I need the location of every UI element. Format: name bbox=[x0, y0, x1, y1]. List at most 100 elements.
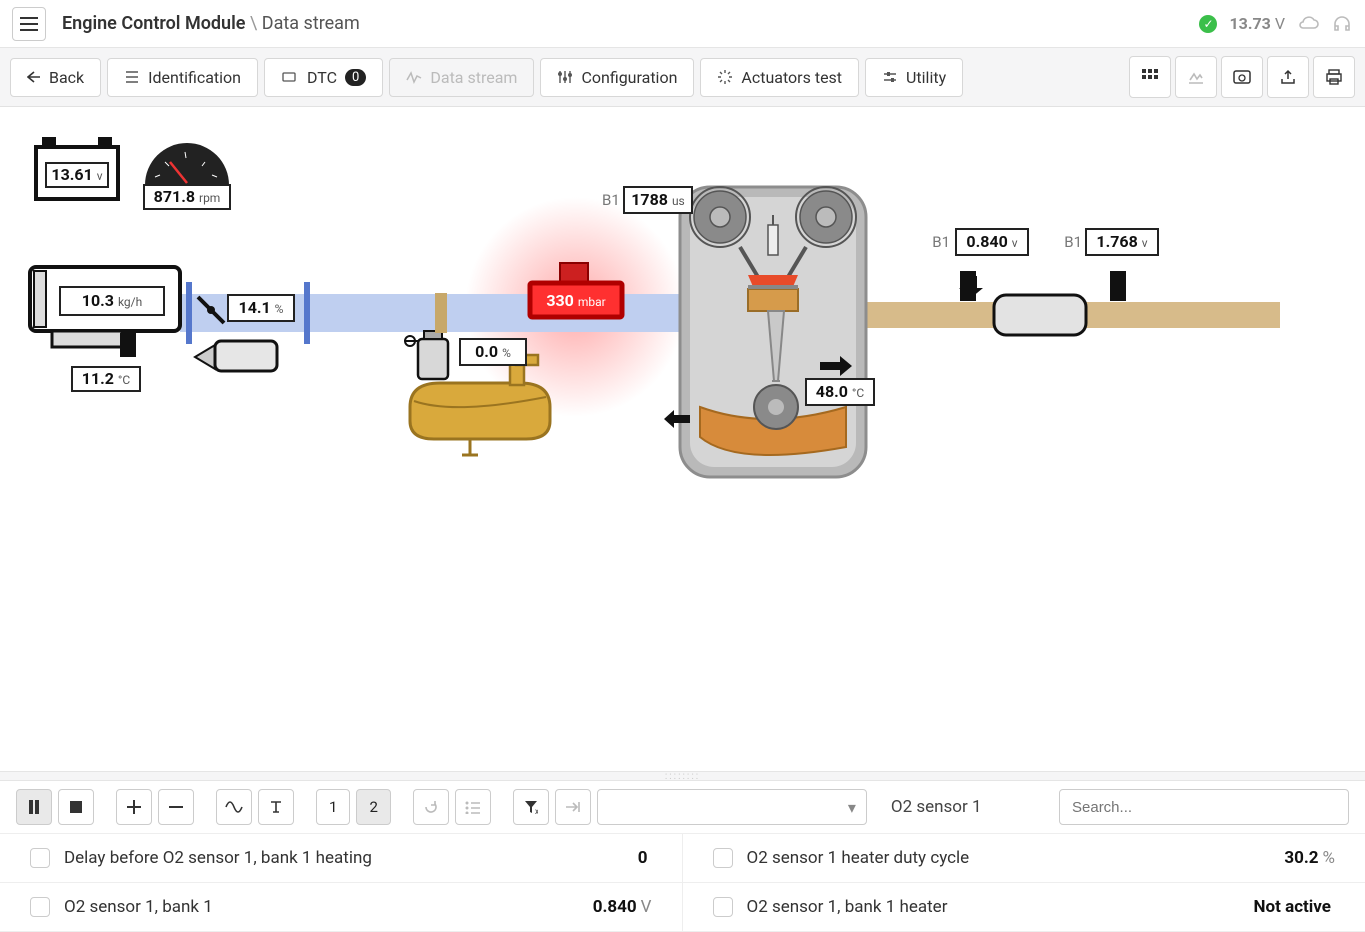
arrow-left-icon bbox=[27, 71, 41, 83]
nav-tabs: Back Identification DTC 0 Data stream Co… bbox=[0, 48, 1365, 107]
list-toggle-button[interactable] bbox=[455, 789, 491, 825]
add-button[interactable] bbox=[116, 789, 152, 825]
cloud-icon[interactable] bbox=[1297, 15, 1319, 33]
row-label: O2 sensor 1 heater duty cycle bbox=[747, 848, 1271, 868]
text-icon bbox=[269, 800, 283, 814]
iat-widget[interactable]: 11.2 °C bbox=[72, 367, 140, 391]
row-value: 0.840 bbox=[593, 897, 637, 917]
row-checkbox[interactable] bbox=[713, 897, 733, 917]
row-value: 0 bbox=[638, 848, 648, 868]
stop-icon bbox=[70, 801, 82, 813]
table-row: O2 sensor 1 heater duty cycle 30.2% bbox=[683, 834, 1365, 883]
catalytic-converter bbox=[994, 295, 1086, 335]
svg-text:B1: B1 bbox=[1064, 233, 1082, 251]
coolant-widget[interactable]: 48.0 °C bbox=[806, 379, 874, 405]
svg-text:B1: B1 bbox=[602, 191, 620, 209]
wave-icon bbox=[225, 801, 243, 813]
breadcrumb-page: Data stream bbox=[262, 13, 360, 34]
engine-icon bbox=[281, 70, 299, 84]
grid-view-button[interactable] bbox=[1129, 56, 1171, 98]
pause-button[interactable] bbox=[16, 789, 52, 825]
row-checkbox[interactable] bbox=[713, 848, 733, 868]
splitter-handle[interactable]: :::::::: bbox=[0, 771, 1365, 781]
dtc-badge: 0 bbox=[345, 69, 366, 86]
data-toolbar: 1 2 x ▾ O2 sensor 1 bbox=[0, 781, 1365, 833]
refresh-button[interactable] bbox=[413, 789, 449, 825]
chevron-down-icon: ▾ bbox=[848, 798, 856, 817]
export-icon bbox=[1279, 69, 1297, 85]
svg-text:0.840 v: 0.840 v bbox=[966, 232, 1017, 251]
print-icon bbox=[1325, 69, 1343, 85]
headset-icon[interactable] bbox=[1331, 14, 1353, 34]
battery-widget[interactable]: 13.61 v bbox=[36, 137, 118, 199]
print-button[interactable] bbox=[1313, 56, 1355, 98]
plus-icon bbox=[127, 800, 141, 814]
tab-configuration[interactable]: Configuration bbox=[540, 58, 694, 97]
back-button[interactable]: Back bbox=[10, 58, 101, 97]
waveform-icon bbox=[406, 70, 422, 84]
o2-pre-widget[interactable]: B1 0.840 v bbox=[932, 229, 1028, 301]
status-ok-icon: ✓ bbox=[1199, 15, 1217, 33]
status-area: ✓ 13.73 V bbox=[1199, 14, 1353, 34]
list-icon bbox=[124, 70, 140, 84]
tab-identification[interactable]: Identification bbox=[107, 58, 258, 97]
diagram-area: 13.61 v 871.8 rpm 10.3 kg/h 11.2 °C 14.1… bbox=[0, 107, 1365, 771]
group-select[interactable]: ▾ bbox=[597, 789, 867, 825]
wave-button[interactable] bbox=[216, 789, 252, 825]
row-value: Not active bbox=[1254, 897, 1331, 917]
stop-button[interactable] bbox=[58, 789, 94, 825]
view-toolbar bbox=[1129, 56, 1355, 98]
table-row: Delay before O2 sensor 1, bank 1 heating… bbox=[0, 834, 683, 883]
o2-post-widget[interactable]: B1 1.768 v bbox=[1064, 229, 1158, 301]
row-label: O2 sensor 1, bank 1 heater bbox=[747, 897, 1240, 917]
breadcrumb: Engine Control Module \ Data stream bbox=[62, 13, 360, 34]
row-checkbox[interactable] bbox=[30, 897, 50, 917]
columns-1-button[interactable]: 1 bbox=[316, 789, 350, 825]
goto-button[interactable] bbox=[555, 789, 591, 825]
dashboard-button[interactable] bbox=[1221, 56, 1263, 98]
gauge-icon bbox=[1232, 69, 1252, 85]
columns-2-button[interactable]: 2 bbox=[356, 789, 390, 825]
remove-button[interactable] bbox=[158, 789, 194, 825]
refresh-icon bbox=[423, 799, 439, 815]
svg-text:x: x bbox=[535, 807, 538, 814]
minus-icon bbox=[169, 800, 183, 814]
sensor-group-title: O2 sensor 1 bbox=[891, 797, 982, 817]
table-row: O2 sensor 1, bank 1 heater Not active bbox=[683, 883, 1365, 932]
row-value: 30.2 bbox=[1284, 848, 1318, 868]
grid-icon bbox=[1141, 68, 1159, 86]
data-table: Delay before O2 sensor 1, bank 1 heating… bbox=[0, 833, 1365, 932]
sliders-icon bbox=[557, 69, 573, 85]
row-checkbox[interactable] bbox=[30, 848, 50, 868]
pause-icon bbox=[28, 800, 40, 814]
rpm-widget[interactable]: 871.8 rpm bbox=[144, 143, 230, 209]
breadcrumb-sep: \ bbox=[250, 13, 262, 34]
chart-icon bbox=[1187, 69, 1205, 85]
filter-icon: x bbox=[524, 800, 538, 814]
svg-text:1.768 v: 1.768 v bbox=[1096, 232, 1147, 251]
tab-actuators[interactable]: Actuators test bbox=[700, 58, 859, 97]
maf-widget[interactable]: 10.3 kg/h bbox=[30, 267, 180, 357]
table-row: O2 sensor 1, bank 1 0.840V bbox=[0, 883, 683, 932]
tab-dtc[interactable]: DTC 0 bbox=[264, 58, 383, 97]
status-voltage: 13.73 V bbox=[1229, 14, 1285, 33]
row-label: Delay before O2 sensor 1, bank 1 heating bbox=[64, 848, 624, 868]
bullets-icon bbox=[465, 800, 481, 814]
tab-data-stream: Data stream bbox=[389, 58, 534, 97]
search-input[interactable] bbox=[1059, 789, 1349, 825]
svg-text:13.61 v: 13.61 v bbox=[51, 165, 102, 184]
back-label: Back bbox=[49, 68, 84, 87]
graph-view-button[interactable] bbox=[1175, 56, 1217, 98]
filter-button[interactable]: x bbox=[513, 789, 549, 825]
adjust-icon bbox=[882, 70, 898, 84]
menu-button[interactable] bbox=[12, 7, 46, 41]
spark-icon bbox=[717, 69, 733, 85]
arrow-right-bar-icon bbox=[565, 801, 581, 813]
export-button[interactable] bbox=[1267, 56, 1309, 98]
tab-utility[interactable]: Utility bbox=[865, 58, 963, 97]
hamburger-icon bbox=[20, 17, 38, 31]
breadcrumb-module: Engine Control Module bbox=[62, 13, 245, 34]
text-mode-button[interactable] bbox=[258, 789, 294, 825]
engine-block bbox=[664, 187, 866, 477]
title-bar: Engine Control Module \ Data stream ✓ 13… bbox=[0, 0, 1365, 48]
